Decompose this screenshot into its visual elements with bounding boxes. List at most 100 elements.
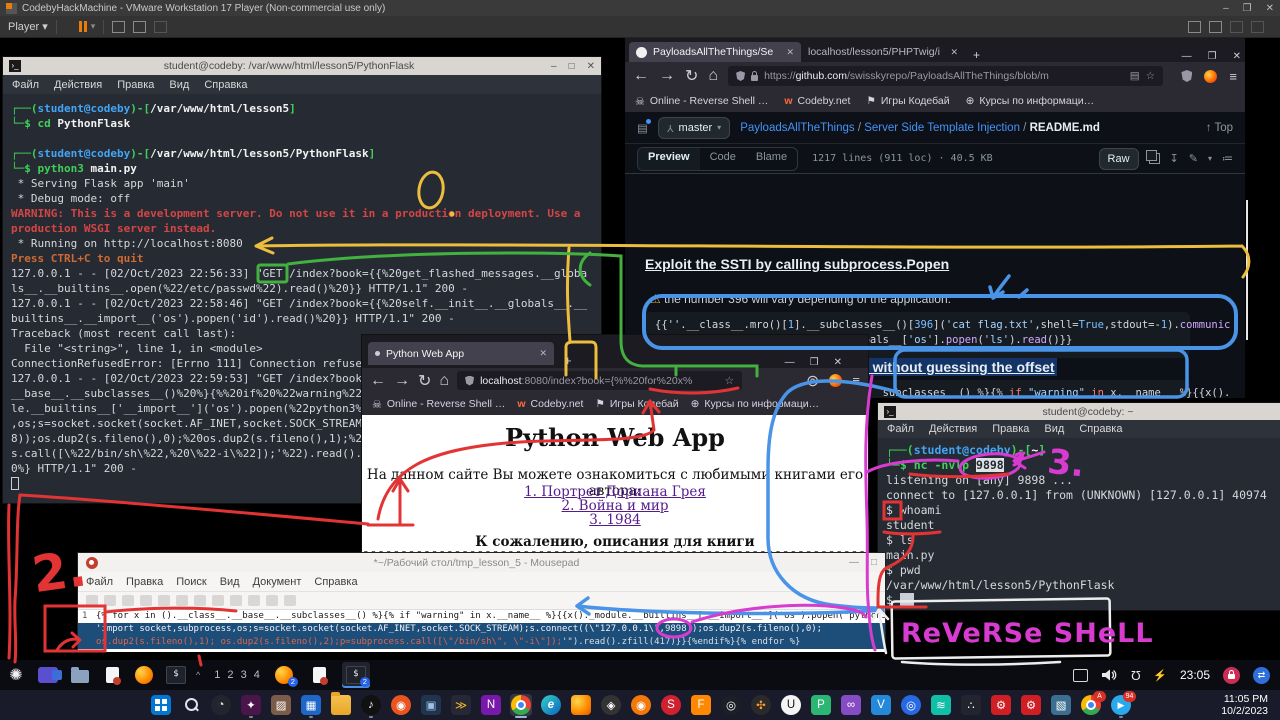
forward-icon[interactable]: →: [659, 67, 675, 85]
back-icon[interactable]: ←: [370, 372, 386, 390]
home-icon[interactable]: ⌂: [439, 372, 449, 390]
taskbar-icon-gear-red-2[interactable]: ⚙: [1020, 694, 1042, 716]
outline-icon[interactable]: ≔: [1222, 152, 1233, 165]
taskbar-icon-edge[interactable]: e: [540, 694, 562, 716]
forward-icon[interactable]: →: [394, 372, 410, 390]
menu-edit[interactable]: Правка: [117, 79, 154, 91]
maximize-button[interactable]: □: [569, 61, 575, 72]
taskbar-icon-telegram[interactable]: ▶94: [1110, 694, 1132, 716]
menu-help[interactable]: Справка: [1079, 423, 1122, 435]
terminal-flask-titlebar[interactable]: ›_ student@codeby: /var/www/html/lesson5…: [3, 57, 601, 75]
bookmark-codeby[interactable]: wCodeby.net: [784, 95, 850, 107]
scrollbar[interactable]: [1246, 200, 1248, 340]
taskbar-icon-blender[interactable]: ✣: [750, 694, 772, 716]
vm-pause-button[interactable]: [79, 21, 87, 32]
firefox-account-icon[interactable]: [1204, 70, 1217, 83]
taskbar-icon-search[interactable]: [180, 694, 202, 716]
taskbar-icon-unreal[interactable]: U: [780, 694, 802, 716]
vmware-minimize-button[interactable]: –: [1223, 3, 1229, 14]
vmware-close-button[interactable]: ✕: [1266, 3, 1274, 14]
notifications-bell-icon[interactable]: Ω: [1131, 668, 1141, 683]
new-tab-button[interactable]: +: [973, 48, 980, 62]
screen-lock-icon[interactable]: [1223, 667, 1240, 684]
menu-edit[interactable]: Правка: [126, 576, 163, 588]
taskbar-window-mousepad[interactable]: [306, 662, 334, 688]
taskbar-window-terminal[interactable]: $ 2: [342, 662, 370, 688]
panel-expand-icon[interactable]: ^: [196, 670, 200, 680]
bookmark-star-icon[interactable]: ☆: [1146, 70, 1155, 82]
taskbar-icon-visual-studio[interactable]: ∞: [840, 694, 862, 716]
restore-button[interactable]: ❐: [810, 357, 819, 368]
taskbar-icon-virtualbox[interactable]: ▣: [420, 694, 442, 716]
taskbar-icon-fl-studio[interactable]: F: [690, 694, 712, 716]
vm-fullscreen-button[interactable]: [133, 21, 146, 33]
file-tree-icon[interactable]: ▤: [637, 121, 648, 135]
branch-selector[interactable]: Ymaster▾: [658, 117, 730, 139]
reader-mode-icon[interactable]: ▤: [1130, 70, 1140, 82]
file-manager-icon[interactable]: [68, 663, 92, 687]
restore-button[interactable]: ❐: [1208, 51, 1217, 62]
tab-payloadsallthethings[interactable]: PayloadsAllTheThings/Se ✕: [629, 42, 801, 62]
menu-search[interactable]: Поиск: [176, 576, 206, 588]
taskbar-icon-slack[interactable]: ✦: [240, 694, 262, 716]
taskbar-icon-file-explorer[interactable]: [330, 694, 352, 716]
minimize-button[interactable]: —: [849, 557, 859, 568]
taskbar-icon-onenote[interactable]: N: [480, 694, 502, 716]
new-file-icon[interactable]: [86, 595, 98, 606]
bookmark-reverse-shell[interactable]: ☠Online - Reverse Shell …: [372, 398, 505, 411]
vmware-player-menu[interactable]: Player ▾: [8, 20, 48, 33]
menu-icon[interactable]: ≡: [852, 373, 860, 388]
find-replace-icon[interactable]: [284, 595, 296, 606]
menu-view[interactable]: Вид: [220, 576, 240, 588]
menu-file[interactable]: Файл: [887, 423, 914, 435]
scroll-top-button[interactable]: ↑ Top: [1206, 122, 1233, 134]
menu-icon[interactable]: ≡: [1229, 69, 1237, 84]
window-list-icon[interactable]: [1073, 669, 1088, 682]
menu-help[interactable]: Справка: [204, 79, 247, 91]
bookmark-games[interactable]: ⚑Игры Кодебай: [595, 398, 678, 410]
menu-actions[interactable]: Действия: [929, 423, 977, 435]
firefox-account-icon[interactable]: [829, 374, 842, 387]
app-menu-icon[interactable]: ✺: [4, 663, 28, 687]
show-desktop-icon[interactable]: [36, 663, 60, 687]
taskbar-icon-ubuntu[interactable]: ◉: [390, 694, 412, 716]
mousepad-launcher-icon[interactable]: [100, 663, 124, 687]
vm-clock[interactable]: 23:05: [1180, 668, 1210, 682]
taskbar-icon-pycharm[interactable]: P: [810, 694, 832, 716]
bookmark-codeby[interactable]: wCodeby.net: [517, 398, 583, 410]
firefox-launcher-icon[interactable]: [132, 663, 156, 687]
reload-icon[interactable]: ↻: [685, 66, 698, 86]
bookmark-reverse-shell[interactable]: ☠Online - Reverse Shell …: [635, 95, 768, 108]
bookmark-star-icon[interactable]: ☆: [725, 375, 734, 387]
open-file-icon[interactable]: [104, 595, 116, 606]
tab-close-icon[interactable]: ✕: [539, 348, 547, 359]
minimize-button[interactable]: —: [1182, 51, 1192, 62]
maximize-button[interactable]: □: [871, 557, 877, 568]
bookmark-courses[interactable]: ⊕Курсы по информаци…: [966, 95, 1094, 107]
menu-actions[interactable]: Действия: [54, 79, 102, 91]
workspace-switcher[interactable]: 1 2 3 4: [214, 669, 262, 681]
menu-view[interactable]: Вид: [169, 79, 189, 91]
url-bar[interactable]: https://github.com/swisskyrepo/PayloadsA…: [728, 66, 1163, 86]
taskbar-icon-mimo[interactable]: ≋: [930, 694, 952, 716]
vmware-restore-button[interactable]: ❐: [1243, 3, 1252, 14]
taskbar-icon-shazam[interactable]: S: [660, 694, 682, 716]
volume-icon[interactable]: [1101, 668, 1118, 682]
taskbar-icon-calendar[interactable]: ▦: [300, 694, 322, 716]
reload-icon[interactable]: ↻: [418, 371, 431, 391]
menu-help[interactable]: Справка: [314, 576, 357, 588]
taskbar-icon-photos[interactable]: ▧: [1050, 694, 1072, 716]
tab-preview[interactable]: Preview: [638, 148, 700, 170]
copy-file-icon[interactable]: [1149, 153, 1160, 164]
tab-close-icon[interactable]: ✕: [786, 47, 794, 58]
taskbar-icon-obs[interactable]: ◎: [720, 694, 742, 716]
vm-pause-caret[interactable]: ▾: [91, 21, 96, 32]
download-icon[interactable]: ↧: [1170, 152, 1179, 165]
taskbar-icon-start[interactable]: [150, 694, 172, 716]
new-tab-button[interactable]: +: [564, 353, 572, 368]
taskbar-icon-vscode[interactable]: V: [870, 694, 892, 716]
tab-localhost-phptwig[interactable]: localhost/lesson5/PHPTwig/i ✕: [801, 42, 965, 62]
mousepad-editor[interactable]: 1{% for x in ().__class__.__base__.__sub…: [78, 610, 885, 652]
tab-blame[interactable]: Blame: [746, 148, 797, 170]
taskbar-icon-gear-red-1[interactable]: ⚙: [990, 694, 1012, 716]
